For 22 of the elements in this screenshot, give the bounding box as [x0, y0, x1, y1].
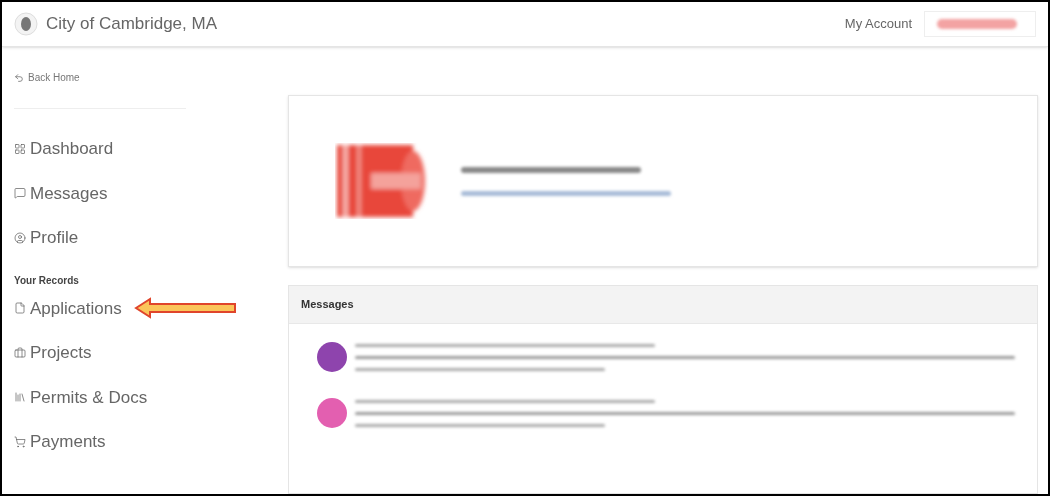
- back-icon: [14, 72, 24, 83]
- account-name[interactable]: [924, 11, 1036, 37]
- user-icon: [14, 231, 26, 244]
- panel-title: Messages: [301, 297, 354, 313]
- sidebar-item[interactable]: Messages: [14, 180, 108, 206]
- sidebar-item[interactable]: Profile: [14, 225, 79, 251]
- sidebar-item[interactable]: Projects: [14, 340, 92, 366]
- chat-icon: [14, 187, 26, 200]
- grid-icon: [14, 142, 26, 155]
- seal-icon: [14, 12, 38, 36]
- sidebar-item[interactable]: Applications: [14, 295, 122, 321]
- account-link[interactable]: My Account: [844, 14, 912, 34]
- cart-icon: [14, 435, 26, 448]
- site-title: City of Cambridge, MA: [46, 13, 217, 36]
- back-link[interactable]: Back Home: [14, 70, 80, 85]
- books-icon: [14, 391, 26, 404]
- sidebar-item[interactable]: Dashboard: [14, 136, 114, 162]
- briefcase-icon: [14, 346, 26, 359]
- section-heading: Your Records: [14, 273, 80, 288]
- sidebar-item[interactable]: Permits & Docs: [14, 384, 148, 410]
- sidebar-item[interactable]: Payments: [14, 429, 106, 455]
- document-icon: [14, 302, 26, 315]
